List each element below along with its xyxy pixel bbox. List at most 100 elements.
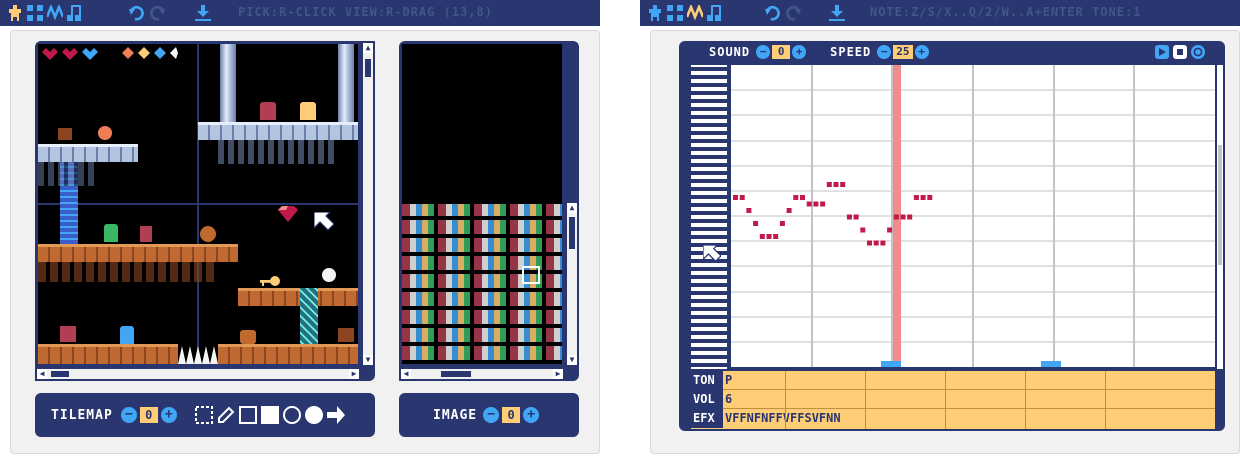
note-grid[interactable]: [731, 65, 1215, 367]
note-mark[interactable]: [867, 240, 872, 246]
note-mark[interactable]: [913, 195, 919, 200]
pillar: [338, 44, 354, 122]
rect-fill-tool-icon[interactable]: [260, 406, 279, 424]
scroll-thumb[interactable]: [365, 59, 371, 77]
scroll-thumb[interactable]: [51, 371, 69, 377]
note-mark[interactable]: [833, 182, 839, 187]
scroll-right-button[interactable]: ▶: [553, 369, 563, 379]
tone-label: TON: [691, 371, 723, 390]
redo-icon[interactable]: [148, 3, 166, 23]
note-mark[interactable]: [920, 195, 926, 200]
note-mark[interactable]: [820, 201, 826, 207]
scroll-thumb[interactable]: [1218, 145, 1222, 265]
scroll-right-button[interactable]: ▶: [349, 369, 359, 379]
note-mark[interactable]: [840, 182, 846, 187]
piano-keyboard[interactable]: [691, 65, 727, 369]
wave-icon[interactable]: [46, 3, 64, 23]
note-mark[interactable]: [880, 240, 886, 246]
stop-icon[interactable]: [1173, 45, 1187, 59]
scroll-up-button[interactable]: ▲: [567, 203, 577, 213]
person-icon[interactable]: [6, 3, 24, 23]
row-divider: [945, 371, 946, 429]
note-mark[interactable]: [753, 221, 759, 226]
image-decrement-button[interactable]: −: [483, 407, 500, 423]
rect-outline-tool-icon[interactable]: [238, 406, 257, 424]
sound-increment-button[interactable]: +: [792, 45, 807, 59]
scroll-thumb[interactable]: [569, 217, 575, 249]
tilemap-canvas[interactable]: [38, 44, 358, 364]
note-mark[interactable]: [826, 182, 832, 187]
note-mark[interactable]: [900, 214, 906, 220]
scroll-down-button[interactable]: ▼: [363, 355, 373, 365]
piano-keys: [691, 65, 727, 369]
note-mark[interactable]: [786, 208, 792, 213]
save-icon[interactable]: [194, 3, 212, 23]
wave-icon[interactable]: [686, 3, 704, 23]
sound-editor-window: NOTE:Z/S/X..Q/2/W..A+ENTER TONE:1 SOUND …: [640, 0, 1240, 458]
note-mark[interactable]: [813, 201, 819, 207]
effect-value[interactable]: VFFNFNFFVFFSVFNN: [725, 409, 841, 428]
scroll-down-button[interactable]: ▼: [567, 355, 577, 365]
play-icon[interactable]: [1155, 45, 1169, 59]
note-mark[interactable]: [846, 214, 852, 220]
heart-icon: [42, 48, 98, 60]
pencil-tool-icon[interactable]: [217, 406, 235, 424]
tone-row[interactable]: TON P: [691, 371, 1215, 390]
speed-increment-button[interactable]: +: [914, 45, 929, 59]
scroll-left-button[interactable]: ◀: [37, 369, 47, 379]
note-mark[interactable]: [860, 227, 866, 233]
image-vertical-scrollbar[interactable]: ▲ ▼: [565, 201, 579, 367]
tilemap-horizontal-scrollbar[interactable]: ◀ ▶: [35, 367, 361, 381]
scroll-left-button[interactable]: ◀: [401, 369, 411, 379]
tone-value[interactable]: P: [725, 371, 732, 390]
scroll-up-button[interactable]: ▲: [363, 43, 373, 53]
tilemap-decrement-button[interactable]: −: [120, 407, 137, 423]
work-area: ▲ ▼ ◀ ▶ ▲ ▼ ◀ ▶ TILEMAP − 0 + IMAGE − 0 …: [10, 30, 600, 454]
note-mark[interactable]: [887, 227, 893, 233]
circle-outline-tool-icon[interactable]: [282, 406, 301, 424]
note-mark[interactable]: [800, 195, 805, 200]
speed-decrement-button[interactable]: −: [877, 45, 892, 59]
image-horizontal-scrollbar[interactable]: ◀ ▶: [399, 367, 565, 381]
note-mark[interactable]: [853, 214, 859, 220]
note-mark[interactable]: [739, 195, 745, 200]
scroll-thumb[interactable]: [441, 371, 471, 377]
note-mark[interactable]: [733, 195, 738, 200]
note-mark[interactable]: [927, 195, 933, 200]
status-text: NOTE:Z/S/X..Q/2/W..A+ENTER TONE:1: [870, 5, 1142, 19]
note-mark[interactable]: [773, 234, 779, 239]
volume-row[interactable]: VOL 6: [691, 390, 1215, 409]
undo-icon[interactable]: [128, 3, 146, 23]
note-mark[interactable]: [873, 240, 879, 246]
note-mark[interactable]: [893, 214, 899, 220]
tilemap-vertical-scrollbar[interactable]: ▲ ▼: [361, 41, 375, 367]
note-mark[interactable]: [779, 221, 785, 226]
sound-decrement-button[interactable]: −: [756, 45, 771, 59]
loop-icon[interactable]: [1191, 45, 1205, 59]
note-mark[interactable]: [746, 208, 752, 213]
volume-value[interactable]: 6: [725, 390, 732, 409]
redo-icon[interactable]: [784, 3, 802, 23]
image-bank-canvas[interactable]: [402, 44, 562, 364]
select-tool-icon[interactable]: [194, 406, 213, 424]
note-mark[interactable]: [907, 214, 913, 220]
cursor-icon: [703, 245, 721, 263]
fill-bucket-tool-icon[interactable]: [326, 406, 345, 424]
music-note-icon[interactable]: [706, 3, 724, 23]
circle-fill-tool-icon[interactable]: [304, 406, 323, 424]
save-icon[interactable]: [828, 3, 846, 23]
effect-row[interactable]: EFX VFFNFNFFVFFSVFNN: [691, 409, 1215, 428]
music-note-icon[interactable]: [66, 3, 84, 23]
grid-icon[interactable]: [666, 3, 684, 23]
note-mark[interactable]: [806, 201, 812, 207]
tilemap-increment-button[interactable]: +: [160, 407, 177, 423]
note-mark[interactable]: [759, 234, 765, 239]
grid-icon[interactable]: [26, 3, 44, 23]
loop-marker: [1041, 361, 1061, 367]
note-mark[interactable]: [766, 234, 772, 239]
undo-icon[interactable]: [764, 3, 782, 23]
note-grid-scrollbar[interactable]: [1217, 65, 1223, 369]
image-increment-button[interactable]: +: [523, 407, 540, 423]
note-mark[interactable]: [793, 195, 799, 200]
person-icon[interactable]: [646, 3, 664, 23]
